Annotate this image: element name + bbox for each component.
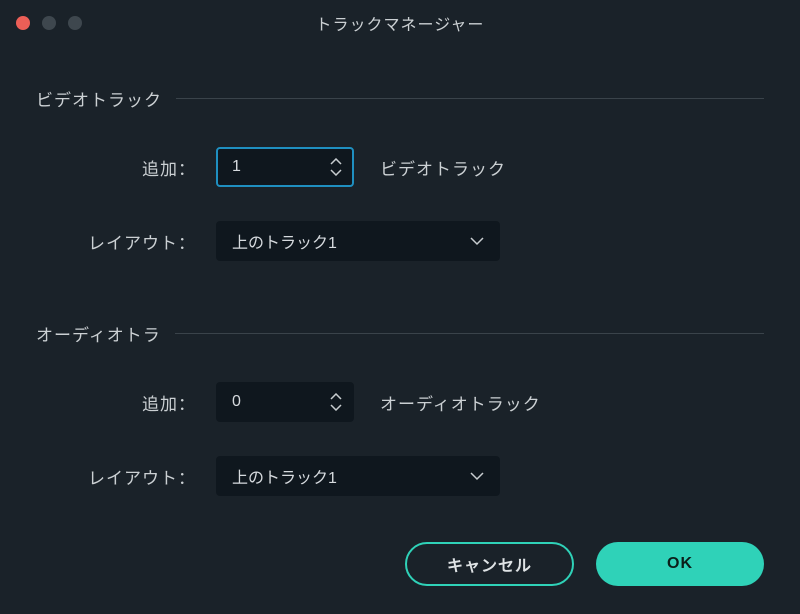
stepper-arrows [330,158,342,176]
audio-add-label: 追加： [36,390,216,415]
chevron-up-icon[interactable] [330,393,342,401]
video-section-label: ビデオトラック [36,86,162,111]
divider [176,98,764,99]
cancel-button[interactable]: キャンセル [405,542,574,586]
audio-add-stepper[interactable]: 0 [216,382,354,422]
audio-add-suffix: オーディオトラック [380,390,541,415]
chevron-up-icon[interactable] [330,158,342,166]
video-layout-value: 上のトラック1 [232,229,337,253]
window-title: トラックマネージャー [0,11,800,35]
audio-layout-row: レイアウト： 上のトラック1 [36,456,764,496]
titlebar: トラックマネージャー [0,0,800,46]
divider [175,333,764,334]
audio-layout-label: レイアウト： [36,464,216,489]
audio-layout-dropdown[interactable]: 上のトラック1 [216,456,500,496]
zoom-window-button[interactable] [68,16,82,30]
video-add-label: 追加： [36,155,216,180]
video-section-header: ビデオトラック [36,86,764,111]
video-add-value: 1 [232,158,241,176]
video-add-row: 追加： 1 ビデオトラック [36,147,764,187]
footer: キャンセル OK [405,542,764,586]
video-add-suffix: ビデオトラック [380,155,506,180]
video-layout-label: レイアウト： [36,229,216,254]
video-layout-row: レイアウト： 上のトラック1 [36,221,764,261]
ok-button[interactable]: OK [596,542,764,586]
stepper-arrows [330,393,342,411]
video-layout-dropdown[interactable]: 上のトラック1 [216,221,500,261]
chevron-down-icon [470,237,484,246]
video-add-stepper[interactable]: 1 [216,147,354,187]
chevron-down-icon[interactable] [330,403,342,411]
audio-layout-value: 上のトラック1 [232,464,337,488]
audio-section-header: オーディオトラ [36,321,764,346]
audio-section-label: オーディオトラ [36,321,161,346]
audio-add-row: 追加： 0 オーディオトラック [36,382,764,422]
audio-add-value: 0 [232,393,241,411]
content: ビデオトラック 追加： 1 ビデオトラック レイアウト： 上のトラック1 オーデ… [0,46,800,496]
close-window-button[interactable] [16,16,30,30]
chevron-down-icon[interactable] [330,168,342,176]
window-controls [16,16,82,30]
chevron-down-icon [470,472,484,481]
minimize-window-button[interactable] [42,16,56,30]
